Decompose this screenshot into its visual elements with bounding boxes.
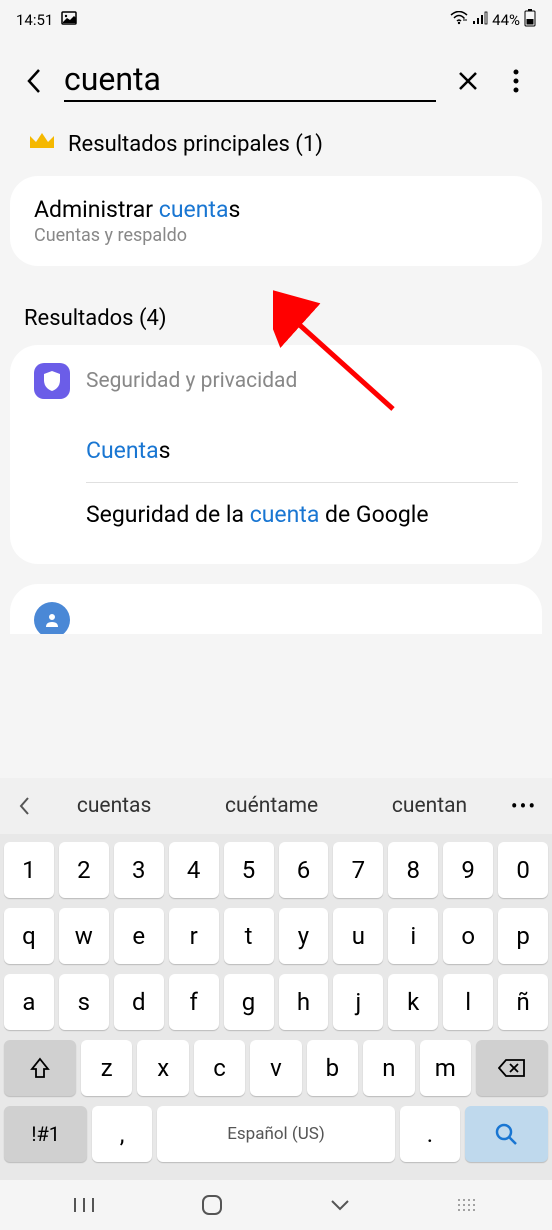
search-header: cuenta <box>0 40 552 112</box>
suggestion-3[interactable]: cuentan <box>382 790 477 822</box>
top-results-label: Resultados principales (1) <box>68 132 323 157</box>
category-header: Seguridad y privacidad <box>34 363 518 399</box>
nav-back[interactable] <box>320 1185 360 1225</box>
key-f[interactable]: f <box>169 974 219 1030</box>
suggestion-1[interactable]: cuentas <box>67 790 161 822</box>
partial-card <box>10 584 542 634</box>
key-5[interactable]: 5 <box>224 842 274 898</box>
key-y[interactable]: y <box>279 908 329 964</box>
suggestion-more[interactable]: ••• <box>504 794 544 818</box>
category-name: Seguridad y privacidad <box>86 369 297 393</box>
status-time: 14:51 <box>16 11 53 29</box>
key-j[interactable]: j <box>333 974 383 1030</box>
result-manage-accounts[interactable]: Administrar cuentas Cuentas y respaldo <box>10 176 542 266</box>
suggestion-bar: cuentas cuéntame cuentan ••• <box>0 778 552 834</box>
top-result-card: Administrar cuentas Cuentas y respaldo <box>10 176 542 266</box>
clear-button[interactable] <box>452 65 484 97</box>
back-button[interactable] <box>20 67 48 95</box>
key-n[interactable]: n <box>363 1040 414 1096</box>
key-comma[interactable]: , <box>92 1106 152 1162</box>
search-input[interactable]: cuenta <box>64 60 436 102</box>
results-header: Resultados (4) <box>0 286 552 345</box>
key-x[interactable]: x <box>137 1040 188 1096</box>
accounts-icon <box>34 602 70 634</box>
key-7[interactable]: 7 <box>333 842 383 898</box>
nav-home[interactable] <box>192 1185 232 1225</box>
suggestion-2[interactable]: cuéntame <box>215 790 328 822</box>
gallery-icon <box>61 10 77 30</box>
top-results-header: Resultados principales (1) <box>0 112 552 176</box>
key-m[interactable]: m <box>420 1040 471 1096</box>
key-q[interactable]: q <box>4 908 54 964</box>
result-google-security[interactable]: Seguridad de la cuenta de Google <box>34 483 518 546</box>
key-period[interactable]: . <box>400 1106 460 1162</box>
key-2[interactable]: 2 <box>59 842 109 898</box>
key-4[interactable]: 4 <box>169 842 219 898</box>
key-1[interactable]: 1 <box>4 842 54 898</box>
key-g[interactable]: g <box>224 974 274 1030</box>
key-symbols[interactable]: !#1 <box>4 1106 87 1162</box>
nav-keyboard-toggle[interactable] <box>448 1185 488 1225</box>
key-b[interactable]: b <box>307 1040 358 1096</box>
key-enye[interactable]: ñ <box>498 974 548 1030</box>
security-category-card: Seguridad y privacidad Cuentas Seguridad… <box>10 345 542 564</box>
navigation-bar <box>0 1180 552 1230</box>
key-p[interactable]: p <box>498 908 548 964</box>
key-o[interactable]: o <box>443 908 493 964</box>
key-d[interactable]: d <box>114 974 164 1030</box>
key-h[interactable]: h <box>279 974 329 1030</box>
key-k[interactable]: k <box>388 974 438 1030</box>
wifi-icon <box>450 11 468 29</box>
key-z[interactable]: z <box>81 1040 132 1096</box>
crown-icon <box>28 130 56 158</box>
result-subtitle: Cuentas y respaldo <box>34 225 518 246</box>
key-r[interactable]: r <box>169 908 219 964</box>
key-l[interactable]: l <box>443 974 493 1030</box>
key-w[interactable]: w <box>59 908 109 964</box>
key-t[interactable]: t <box>224 908 274 964</box>
result-accounts[interactable]: Cuentas <box>34 419 518 482</box>
key-9[interactable]: 9 <box>443 842 493 898</box>
key-3[interactable]: 3 <box>114 842 164 898</box>
key-backspace[interactable] <box>476 1040 548 1096</box>
key-search[interactable] <box>465 1106 548 1162</box>
key-6[interactable]: 6 <box>279 842 329 898</box>
key-s[interactable]: s <box>59 974 109 1030</box>
key-i[interactable]: i <box>388 908 438 964</box>
key-8[interactable]: 8 <box>388 842 438 898</box>
suggestion-back[interactable] <box>8 796 40 816</box>
key-v[interactable]: v <box>250 1040 301 1096</box>
key-c[interactable]: c <box>194 1040 245 1096</box>
battery-icon <box>524 9 536 31</box>
battery-text: 44% <box>492 11 520 29</box>
result-title: Administrar cuentas <box>34 196 518 223</box>
shield-icon <box>34 363 70 399</box>
keyboard: cuentas cuéntame cuentan ••• 1 2 3 4 5 6… <box>0 778 552 1230</box>
key-u[interactable]: u <box>333 908 383 964</box>
status-bar: 14:51 44% <box>0 0 552 40</box>
key-shift[interactable] <box>4 1040 76 1096</box>
key-space[interactable]: Español (US) <box>157 1106 395 1162</box>
nav-recents[interactable] <box>64 1185 104 1225</box>
signal-icon <box>472 11 488 29</box>
key-e[interactable]: e <box>114 908 164 964</box>
key-0[interactable]: 0 <box>498 842 548 898</box>
key-a[interactable]: a <box>4 974 54 1030</box>
more-menu-button[interactable] <box>500 65 532 97</box>
